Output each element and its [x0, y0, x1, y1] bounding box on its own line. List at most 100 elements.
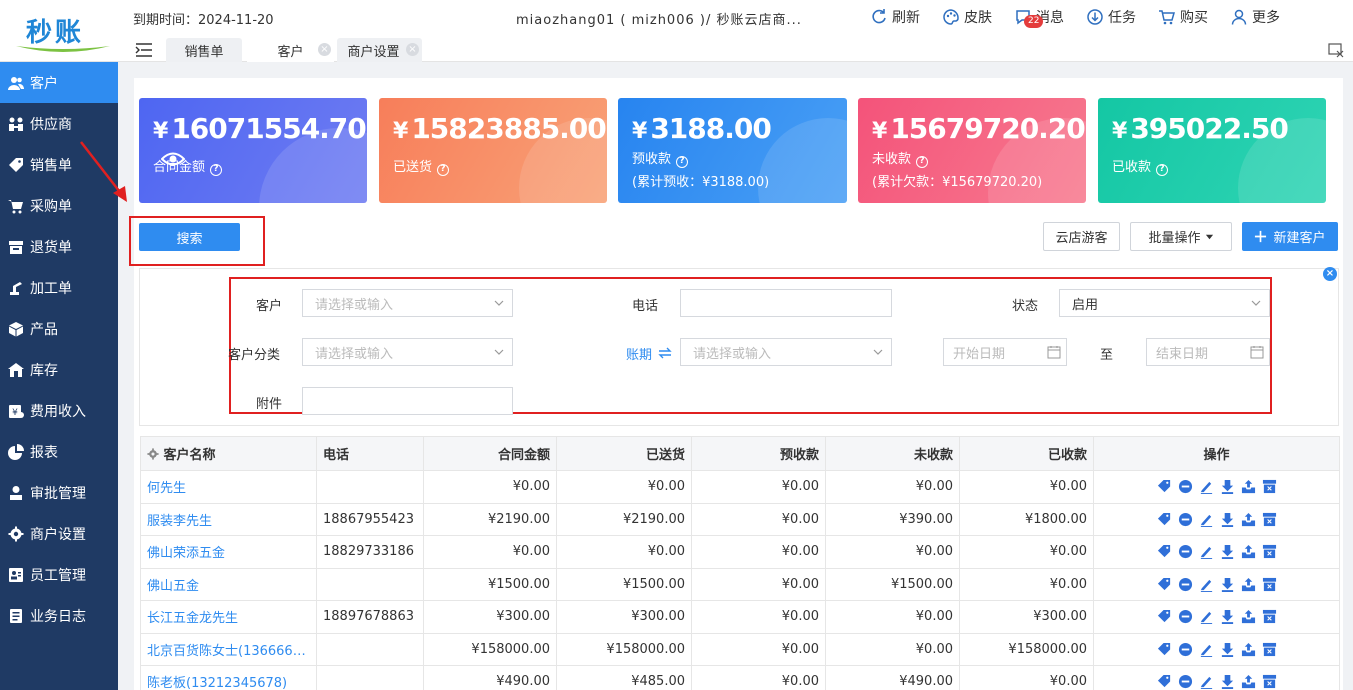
- task-button[interactable]: 任务: [1086, 7, 1136, 27]
- download-icon[interactable]: [1220, 479, 1235, 495]
- tab-customer[interactable]: 客户 ×: [247, 38, 334, 62]
- card-contract-amount[interactable]: ¥16071554.70 合同金额?: [139, 98, 367, 203]
- edit-icon[interactable]: [1199, 577, 1214, 592]
- column-header-received[interactable]: 已收款: [959, 436, 1094, 471]
- column-header-phone[interactable]: 电话: [316, 436, 424, 471]
- archive-icon[interactable]: [1262, 577, 1277, 592]
- archive-icon[interactable]: [1262, 512, 1277, 527]
- sidebar-item-product[interactable]: 产品: [0, 308, 118, 349]
- archive-icon[interactable]: [1262, 642, 1277, 657]
- tag-icon[interactable]: [1157, 642, 1172, 657]
- phone-filter-input[interactable]: [680, 289, 892, 317]
- download-icon[interactable]: [1220, 674, 1235, 690]
- tab-close-icon[interactable]: ×: [406, 43, 419, 56]
- buy-button[interactable]: 购买: [1158, 7, 1208, 27]
- disable-icon[interactable]: [1178, 479, 1193, 494]
- cloud-guest-button[interactable]: 云店游客: [1043, 222, 1120, 251]
- tag-icon[interactable]: [1157, 479, 1172, 494]
- sidebar-item-approval[interactable]: 审批管理: [0, 472, 118, 513]
- archive-icon[interactable]: [1262, 674, 1277, 689]
- disable-icon[interactable]: [1178, 642, 1193, 657]
- disable-icon[interactable]: [1178, 609, 1193, 624]
- column-header-contract[interactable]: 合同金额: [423, 436, 557, 471]
- settings-icon[interactable]: [147, 448, 159, 460]
- upload-tray-icon[interactable]: [1241, 609, 1256, 624]
- customer-name-link[interactable]: 长江五金龙先生: [140, 600, 317, 634]
- refresh-button[interactable]: 刷新: [870, 7, 920, 27]
- edit-icon[interactable]: [1199, 479, 1214, 495]
- card-prepayment[interactable]: ¥3188.00 预收款? (累计预收：¥3188.00): [618, 98, 847, 203]
- tag-icon[interactable]: [1157, 609, 1172, 624]
- column-header-prepaid[interactable]: 预收款: [691, 436, 826, 471]
- tab-close-icon[interactable]: ×: [318, 43, 331, 56]
- upload-tray-icon[interactable]: [1241, 642, 1256, 657]
- period-filter-select[interactable]: 请选择或输入: [680, 338, 892, 366]
- customer-name-link[interactable]: 佛山荣添五金: [140, 535, 317, 569]
- message-button[interactable]: 22 消息: [1014, 7, 1064, 28]
- sidebar-item-customer[interactable]: 客户: [0, 62, 118, 103]
- sidebar-item-merchant-settings[interactable]: 商户设置: [0, 513, 118, 554]
- tab-sales-order[interactable]: 销售单: [166, 38, 242, 62]
- disable-icon[interactable]: [1178, 512, 1193, 527]
- card-delivered[interactable]: ¥15823885.00 已送货?: [379, 98, 607, 203]
- skin-button[interactable]: 皮肤: [942, 7, 992, 27]
- more-button[interactable]: 更多: [1230, 7, 1280, 27]
- download-icon[interactable]: [1220, 609, 1235, 625]
- edit-icon[interactable]: [1199, 642, 1214, 657]
- edit-icon[interactable]: [1199, 512, 1214, 527]
- tab-merchant-settings[interactable]: 商户设置 ×: [337, 38, 422, 62]
- close-all-tabs-icon[interactable]: [1327, 41, 1345, 59]
- start-date-input[interactable]: 开始日期: [943, 338, 1067, 366]
- customer-name-link[interactable]: 北京百货陈女士(13666666666): [140, 632, 317, 666]
- download-icon[interactable]: [1220, 544, 1235, 560]
- column-header-delivered[interactable]: 已送货: [556, 436, 692, 471]
- card-received[interactable]: ¥395022.50 已收款?: [1098, 98, 1326, 203]
- sidebar-item-report[interactable]: 报表: [0, 431, 118, 472]
- upload-tray-icon[interactable]: [1241, 544, 1256, 559]
- edit-icon[interactable]: [1199, 609, 1214, 625]
- account-name[interactable]: miaozhang01 ( mizh006 )/ 秒账云店商...: [516, 9, 802, 28]
- column-header-unpaid[interactable]: 未收款: [825, 436, 960, 471]
- logo[interactable]: 秒账: [8, 6, 110, 56]
- upload-tray-icon[interactable]: [1241, 512, 1256, 527]
- new-customer-button[interactable]: 新建客户: [1242, 222, 1338, 251]
- attachment-filter-input[interactable]: [302, 387, 513, 415]
- sidebar-item-return-order[interactable]: 退货单: [0, 226, 118, 267]
- menu-toggle-icon[interactable]: [135, 42, 153, 58]
- edit-icon[interactable]: [1199, 544, 1214, 560]
- upload-tray-icon[interactable]: [1241, 674, 1256, 689]
- sidebar-item-process-order[interactable]: 加工单: [0, 267, 118, 308]
- end-date-input[interactable]: 结束日期: [1146, 338, 1270, 366]
- archive-icon[interactable]: [1262, 609, 1277, 624]
- download-icon[interactable]: [1220, 512, 1235, 527]
- disable-icon[interactable]: [1178, 577, 1193, 592]
- archive-icon[interactable]: [1262, 479, 1277, 494]
- edit-icon[interactable]: [1199, 674, 1214, 690]
- customer-name-link[interactable]: 服装李先生: [140, 502, 317, 536]
- sidebar-item-expense-income[interactable]: ¥ 费用收入: [0, 390, 118, 431]
- customer-name-link[interactable]: 陈老板(13212345678): [140, 665, 317, 690]
- download-icon[interactable]: [1220, 642, 1235, 657]
- batch-operation-button[interactable]: 批量操作: [1130, 222, 1232, 251]
- customer-name-link[interactable]: 佛山五金: [140, 567, 317, 601]
- tag-icon[interactable]: [1157, 577, 1172, 592]
- customer-name-link[interactable]: 何先生: [140, 470, 317, 504]
- status-filter-select[interactable]: 启用: [1059, 289, 1270, 317]
- disable-icon[interactable]: [1178, 544, 1193, 559]
- sidebar-item-inventory[interactable]: 库存: [0, 349, 118, 390]
- tag-icon[interactable]: [1157, 674, 1172, 689]
- download-icon[interactable]: [1220, 577, 1235, 592]
- card-unpaid[interactable]: ¥15679720.20 未收款? (累计欠款：¥15679720.20): [858, 98, 1086, 203]
- upload-tray-icon[interactable]: [1241, 479, 1256, 494]
- column-header-name[interactable]: 客户名称: [140, 436, 317, 471]
- disable-icon[interactable]: [1178, 674, 1193, 689]
- category-filter-select[interactable]: 请选择或输入: [302, 338, 513, 366]
- tag-icon[interactable]: [1157, 512, 1172, 527]
- upload-tray-icon[interactable]: [1241, 577, 1256, 592]
- archive-icon[interactable]: [1262, 544, 1277, 559]
- sidebar-item-business-log[interactable]: 业务日志: [0, 595, 118, 636]
- customer-filter-select[interactable]: 请选择或输入: [302, 289, 513, 317]
- close-filter-icon[interactable]: ×: [1323, 267, 1337, 281]
- tag-icon[interactable]: [1157, 544, 1172, 559]
- sidebar-item-staff[interactable]: 员工管理: [0, 554, 118, 595]
